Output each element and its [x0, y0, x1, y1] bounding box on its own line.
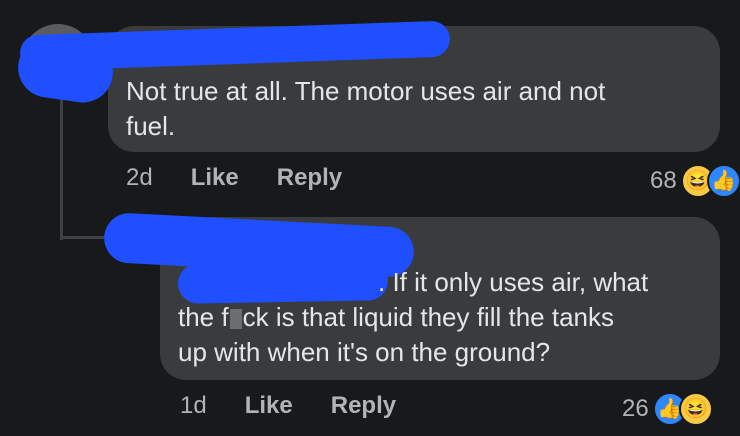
reply-text: . If it only uses air, what the f ck is t…	[178, 265, 708, 370]
thread-line-vertical	[60, 95, 63, 240]
comment-text: Not true at all. The motor uses air and …	[126, 74, 706, 144]
comment-timestamp[interactable]: 1d	[180, 392, 207, 420]
haha-icon: 😆	[678, 392, 713, 426]
reaction-summary[interactable]: 26 👍 😆	[622, 392, 713, 426]
comment-text-fragment: the f	[178, 302, 229, 332]
comment-text-line: up with when it's on the ground?	[178, 337, 551, 367]
comment-text-fragment: ck is that liquid they fill the tanks	[242, 302, 614, 332]
comment-text-line: fuel.	[126, 111, 176, 141]
comment-timestamp[interactable]: 2d	[126, 164, 153, 192]
reaction-summary[interactable]: 68 😆 👍	[650, 164, 740, 198]
comment-text-line: the f ck is that liquid they fill the tan…	[178, 300, 708, 335]
comment-actions: 1d Like Reply	[180, 392, 434, 420]
comment-actions: 2d Like Reply	[126, 164, 380, 192]
reply-button[interactable]: Reply	[331, 392, 396, 420]
comment-text-line: . If it only uses air, what	[378, 267, 649, 297]
like-button[interactable]: Like	[191, 164, 239, 192]
censor-block	[229, 309, 242, 330]
reply-button[interactable]: Reply	[277, 164, 342, 192]
comment-text-line: Not true at all. The motor uses air and …	[126, 76, 606, 106]
like-button[interactable]: Like	[245, 392, 293, 420]
reaction-count: 26	[622, 395, 649, 422]
reaction-count: 68	[650, 167, 677, 194]
like-icon: 👍	[706, 164, 740, 198]
